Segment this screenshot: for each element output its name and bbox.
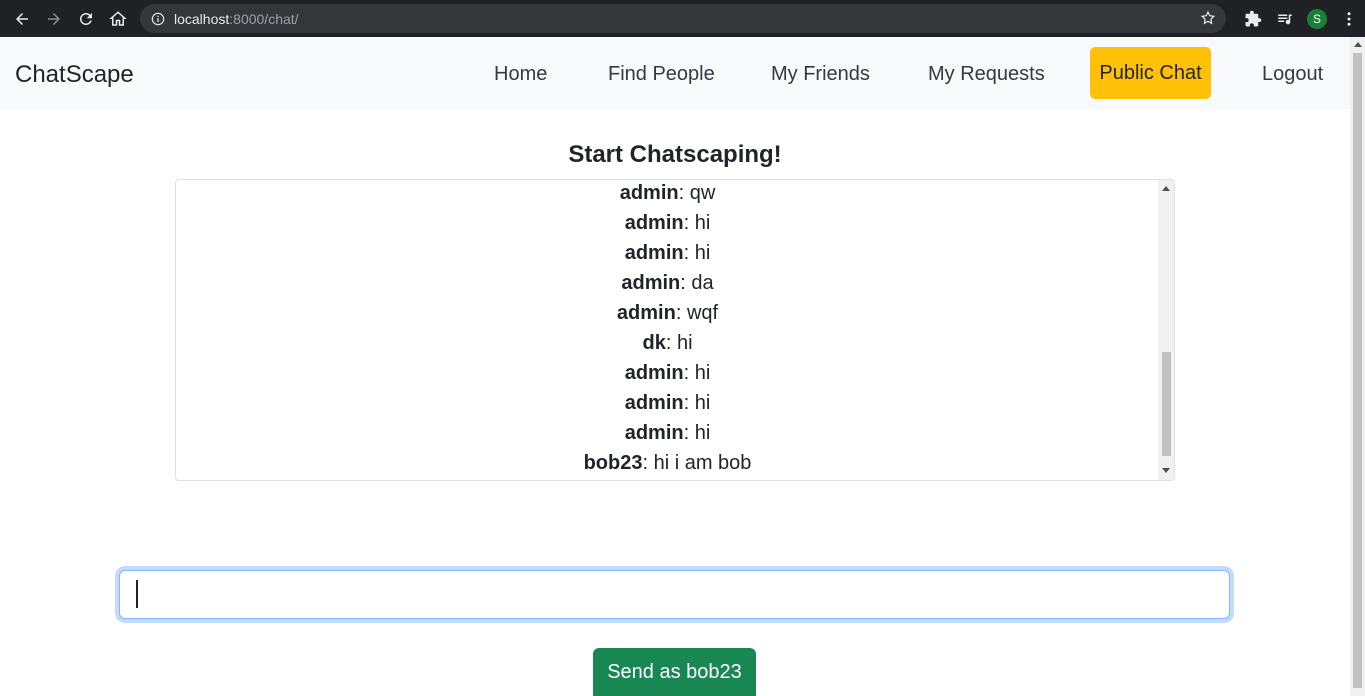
message-user: admin <box>624 392 684 414</box>
message-text: : hi <box>683 392 711 414</box>
site-info-icon[interactable] <box>151 12 165 26</box>
message-user: admin <box>624 422 684 444</box>
page-title: Start Chatscaping! <box>568 141 782 168</box>
nav-home[interactable]: Home <box>494 63 547 86</box>
extensions-icon[interactable] <box>1237 0 1269 37</box>
url-text: localhost:8000/chat/ <box>174 10 299 27</box>
nav-my-requests[interactable]: My Requests <box>928 63 1045 86</box>
message-text: : hi <box>665 332 693 354</box>
browser-toolbar: localhost:8000/chat/ S <box>0 0 1365 37</box>
media-queue-icon[interactable] <box>1269 0 1301 37</box>
page-scrollbar[interactable] <box>1350 37 1365 696</box>
chat-log[interactable]: admin: qw admin: hi admin: hi admin: da … <box>175 179 1175 481</box>
message-user: bob23 <box>583 452 643 474</box>
message-text: : qw <box>678 182 716 204</box>
message-item: bob23: hi i am bob <box>176 449 1159 477</box>
address-bar[interactable]: localhost:8000/chat/ <box>140 4 1226 33</box>
forward-icon[interactable] <box>38 0 70 37</box>
text-caret <box>136 580 138 608</box>
scroll-up-arrow-icon[interactable] <box>1354 42 1362 47</box>
message-user: admin <box>624 212 684 234</box>
back-icon[interactable] <box>6 0 38 37</box>
chat-scroll-down-icon[interactable] <box>1162 468 1170 473</box>
nav-public-chat[interactable]: Public Chat <box>1090 47 1211 99</box>
chat-scroll-up-icon[interactable] <box>1162 186 1170 191</box>
page-scroll-thumb[interactable] <box>1353 53 1362 688</box>
message-list: admin: qw admin: hi admin: hi admin: da … <box>176 180 1159 480</box>
bookmark-star-icon[interactable] <box>1200 10 1216 26</box>
message-item: admin: hi <box>176 209 1159 237</box>
message-text: : da <box>680 272 714 294</box>
message-item: admin: qw <box>176 180 1159 207</box>
nav-find-people[interactable]: Find People <box>608 63 715 86</box>
message-user: admin <box>624 242 684 264</box>
profile-initial: S <box>1307 8 1327 29</box>
message-text: : hi <box>683 212 711 234</box>
chat-scrollbar[interactable] <box>1158 180 1174 480</box>
message-user: admin <box>621 272 681 294</box>
message-item: admin: hi <box>176 239 1159 267</box>
message-user: admin <box>619 182 679 204</box>
message-item: admin: hi <box>176 419 1159 447</box>
reload-icon[interactable] <box>70 0 102 37</box>
profile-avatar[interactable]: S <box>1301 0 1333 37</box>
site-navbar: ChatScape Home Find People My Friends My… <box>0 37 1350 109</box>
message-item: admin: hi <box>176 389 1159 417</box>
message-item: dk: hi <box>176 329 1159 357</box>
message-item: admin: wqf <box>176 299 1159 327</box>
brand-logo[interactable]: ChatScape <box>15 61 134 89</box>
home-icon[interactable] <box>102 0 134 37</box>
message-text: : wqf <box>675 302 719 324</box>
message-user: dk <box>642 332 666 354</box>
message-input[interactable] <box>119 570 1230 619</box>
nav-logout[interactable]: Logout <box>1262 63 1323 86</box>
message-text: : hi <box>683 362 711 384</box>
menu-kebab-icon[interactable] <box>1333 0 1365 37</box>
send-button[interactable]: Send as bob23 <box>593 648 756 696</box>
message-user: admin <box>616 302 676 324</box>
message-item: admin: hi <box>176 359 1159 387</box>
message-text: : hi i am bob <box>642 452 752 474</box>
message-item: admin: da <box>176 269 1159 297</box>
message-text: : hi <box>683 242 711 264</box>
chat-scroll-thumb[interactable] <box>1162 352 1171 456</box>
message-text: : hi <box>683 422 711 444</box>
nav-my-friends[interactable]: My Friends <box>771 63 870 86</box>
message-user: admin <box>624 362 684 384</box>
